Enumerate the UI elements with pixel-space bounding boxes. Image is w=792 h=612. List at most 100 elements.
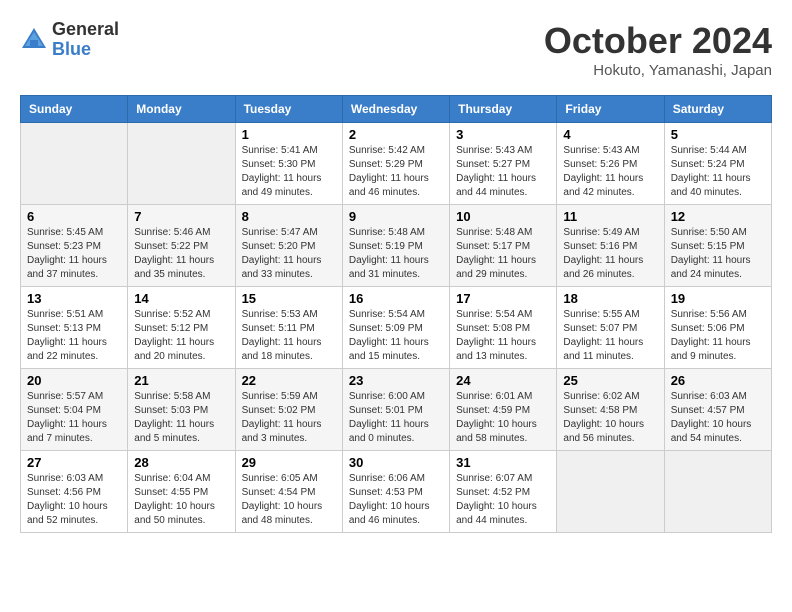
daylight-text: Daylight: 11 hours and 26 minutes. [563, 255, 643, 280]
day-number: 7 [134, 209, 228, 224]
month-title: October 2024 [544, 20, 772, 62]
daylight-text: Daylight: 11 hours and 3 minutes. [242, 419, 322, 444]
day-info: Sunrise: 6:02 AM Sunset: 4:58 PM Dayligh… [563, 390, 657, 446]
sunrise-text: Sunrise: 5:55 AM [563, 309, 639, 320]
day-info: Sunrise: 5:43 AM Sunset: 5:26 PM Dayligh… [563, 144, 657, 200]
weekday-header: Wednesday [342, 96, 449, 123]
daylight-text: Daylight: 11 hours and 9 minutes. [671, 337, 751, 362]
calendar-cell: 5 Sunrise: 5:44 AM Sunset: 5:24 PM Dayli… [664, 123, 771, 205]
calendar-cell: 16 Sunrise: 5:54 AM Sunset: 5:09 PM Dayl… [342, 287, 449, 369]
calendar-cell: 17 Sunrise: 5:54 AM Sunset: 5:08 PM Dayl… [450, 287, 557, 369]
sunrise-text: Sunrise: 5:54 AM [349, 309, 425, 320]
sunrise-text: Sunrise: 5:42 AM [349, 145, 425, 156]
calendar-cell: 11 Sunrise: 5:49 AM Sunset: 5:16 PM Dayl… [557, 205, 664, 287]
daylight-text: Daylight: 11 hours and 18 minutes. [242, 337, 322, 362]
day-number: 11 [563, 209, 657, 224]
daylight-text: Daylight: 11 hours and 5 minutes. [134, 419, 214, 444]
day-number: 22 [242, 373, 336, 388]
day-info: Sunrise: 5:48 AM Sunset: 5:19 PM Dayligh… [349, 226, 443, 282]
sunrise-text: Sunrise: 6:04 AM [134, 473, 210, 484]
day-info: Sunrise: 5:54 AM Sunset: 5:08 PM Dayligh… [456, 308, 550, 364]
day-number: 13 [27, 291, 121, 306]
daylight-text: Daylight: 10 hours and 58 minutes. [456, 419, 537, 444]
day-info: Sunrise: 6:03 AM Sunset: 4:56 PM Dayligh… [27, 472, 121, 528]
calendar-cell: 2 Sunrise: 5:42 AM Sunset: 5:29 PM Dayli… [342, 123, 449, 205]
sunset-text: Sunset: 5:17 PM [456, 241, 530, 252]
sunrise-text: Sunrise: 5:48 AM [349, 227, 425, 238]
day-number: 10 [456, 209, 550, 224]
logo-text: General Blue [52, 20, 119, 60]
day-info: Sunrise: 5:56 AM Sunset: 5:06 PM Dayligh… [671, 308, 765, 364]
daylight-text: Daylight: 11 hours and 42 minutes. [563, 173, 643, 198]
day-number: 20 [27, 373, 121, 388]
sunrise-text: Sunrise: 6:03 AM [27, 473, 103, 484]
day-number: 19 [671, 291, 765, 306]
day-number: 4 [563, 127, 657, 142]
day-number: 9 [349, 209, 443, 224]
daylight-text: Daylight: 10 hours and 54 minutes. [671, 419, 752, 444]
day-number: 26 [671, 373, 765, 388]
calendar-cell: 22 Sunrise: 5:59 AM Sunset: 5:02 PM Dayl… [235, 369, 342, 451]
page-header: General Blue October 2024 Hokuto, Yamana… [20, 20, 772, 79]
sunrise-text: Sunrise: 5:48 AM [456, 227, 532, 238]
day-number: 23 [349, 373, 443, 388]
calendar-cell: 31 Sunrise: 6:07 AM Sunset: 4:52 PM Dayl… [450, 451, 557, 533]
calendar-cell: 20 Sunrise: 5:57 AM Sunset: 5:04 PM Dayl… [21, 369, 128, 451]
calendar-week-row: 1 Sunrise: 5:41 AM Sunset: 5:30 PM Dayli… [21, 123, 772, 205]
day-info: Sunrise: 5:54 AM Sunset: 5:09 PM Dayligh… [349, 308, 443, 364]
sunrise-text: Sunrise: 5:41 AM [242, 145, 318, 156]
day-number: 24 [456, 373, 550, 388]
day-number: 5 [671, 127, 765, 142]
calendar-cell: 26 Sunrise: 6:03 AM Sunset: 4:57 PM Dayl… [664, 369, 771, 451]
sunrise-text: Sunrise: 5:47 AM [242, 227, 318, 238]
sunset-text: Sunset: 5:02 PM [242, 405, 316, 416]
day-number: 3 [456, 127, 550, 142]
calendar-cell: 28 Sunrise: 6:04 AM Sunset: 4:55 PM Dayl… [128, 451, 235, 533]
location: Hokuto, Yamanashi, Japan [544, 62, 772, 79]
calendar-table: SundayMondayTuesdayWednesdayThursdayFrid… [20, 95, 772, 533]
sunset-text: Sunset: 5:26 PM [563, 159, 637, 170]
sunrise-text: Sunrise: 5:53 AM [242, 309, 318, 320]
logo-icon [20, 26, 48, 54]
sunset-text: Sunset: 5:16 PM [563, 241, 637, 252]
sunset-text: Sunset: 5:07 PM [563, 323, 637, 334]
calendar-cell: 23 Sunrise: 6:00 AM Sunset: 5:01 PM Dayl… [342, 369, 449, 451]
sunrise-text: Sunrise: 5:43 AM [563, 145, 639, 156]
calendar-cell [664, 451, 771, 533]
sunrise-text: Sunrise: 6:02 AM [563, 391, 639, 402]
title-block: October 2024 Hokuto, Yamanashi, Japan [544, 20, 772, 79]
daylight-text: Daylight: 11 hours and 49 minutes. [242, 173, 322, 198]
daylight-text: Daylight: 11 hours and 35 minutes. [134, 255, 214, 280]
daylight-text: Daylight: 10 hours and 56 minutes. [563, 419, 644, 444]
sunset-text: Sunset: 5:13 PM [27, 323, 101, 334]
day-number: 17 [456, 291, 550, 306]
day-number: 6 [27, 209, 121, 224]
daylight-text: Daylight: 11 hours and 44 minutes. [456, 173, 536, 198]
calendar-cell [128, 123, 235, 205]
sunset-text: Sunset: 5:27 PM [456, 159, 530, 170]
daylight-text: Daylight: 11 hours and 37 minutes. [27, 255, 107, 280]
sunrise-text: Sunrise: 5:58 AM [134, 391, 210, 402]
calendar-cell: 18 Sunrise: 5:55 AM Sunset: 5:07 PM Dayl… [557, 287, 664, 369]
daylight-text: Daylight: 10 hours and 46 minutes. [349, 501, 430, 526]
sunset-text: Sunset: 5:19 PM [349, 241, 423, 252]
calendar-cell: 29 Sunrise: 6:05 AM Sunset: 4:54 PM Dayl… [235, 451, 342, 533]
day-number: 15 [242, 291, 336, 306]
sunrise-text: Sunrise: 5:45 AM [27, 227, 103, 238]
calendar-cell: 8 Sunrise: 5:47 AM Sunset: 5:20 PM Dayli… [235, 205, 342, 287]
day-info: Sunrise: 5:51 AM Sunset: 5:13 PM Dayligh… [27, 308, 121, 364]
calendar-week-row: 27 Sunrise: 6:03 AM Sunset: 4:56 PM Dayl… [21, 451, 772, 533]
sunset-text: Sunset: 5:11 PM [242, 323, 315, 334]
sunset-text: Sunset: 5:06 PM [671, 323, 745, 334]
sunset-text: Sunset: 5:24 PM [671, 159, 745, 170]
calendar-week-row: 20 Sunrise: 5:57 AM Sunset: 5:04 PM Dayl… [21, 369, 772, 451]
sunset-text: Sunset: 4:58 PM [563, 405, 637, 416]
sunrise-text: Sunrise: 5:56 AM [671, 309, 747, 320]
calendar-cell: 6 Sunrise: 5:45 AM Sunset: 5:23 PM Dayli… [21, 205, 128, 287]
day-number: 14 [134, 291, 228, 306]
sunset-text: Sunset: 5:15 PM [671, 241, 745, 252]
day-info: Sunrise: 6:00 AM Sunset: 5:01 PM Dayligh… [349, 390, 443, 446]
calendar-week-row: 13 Sunrise: 5:51 AM Sunset: 5:13 PM Dayl… [21, 287, 772, 369]
calendar-cell: 4 Sunrise: 5:43 AM Sunset: 5:26 PM Dayli… [557, 123, 664, 205]
sunset-text: Sunset: 5:20 PM [242, 241, 316, 252]
